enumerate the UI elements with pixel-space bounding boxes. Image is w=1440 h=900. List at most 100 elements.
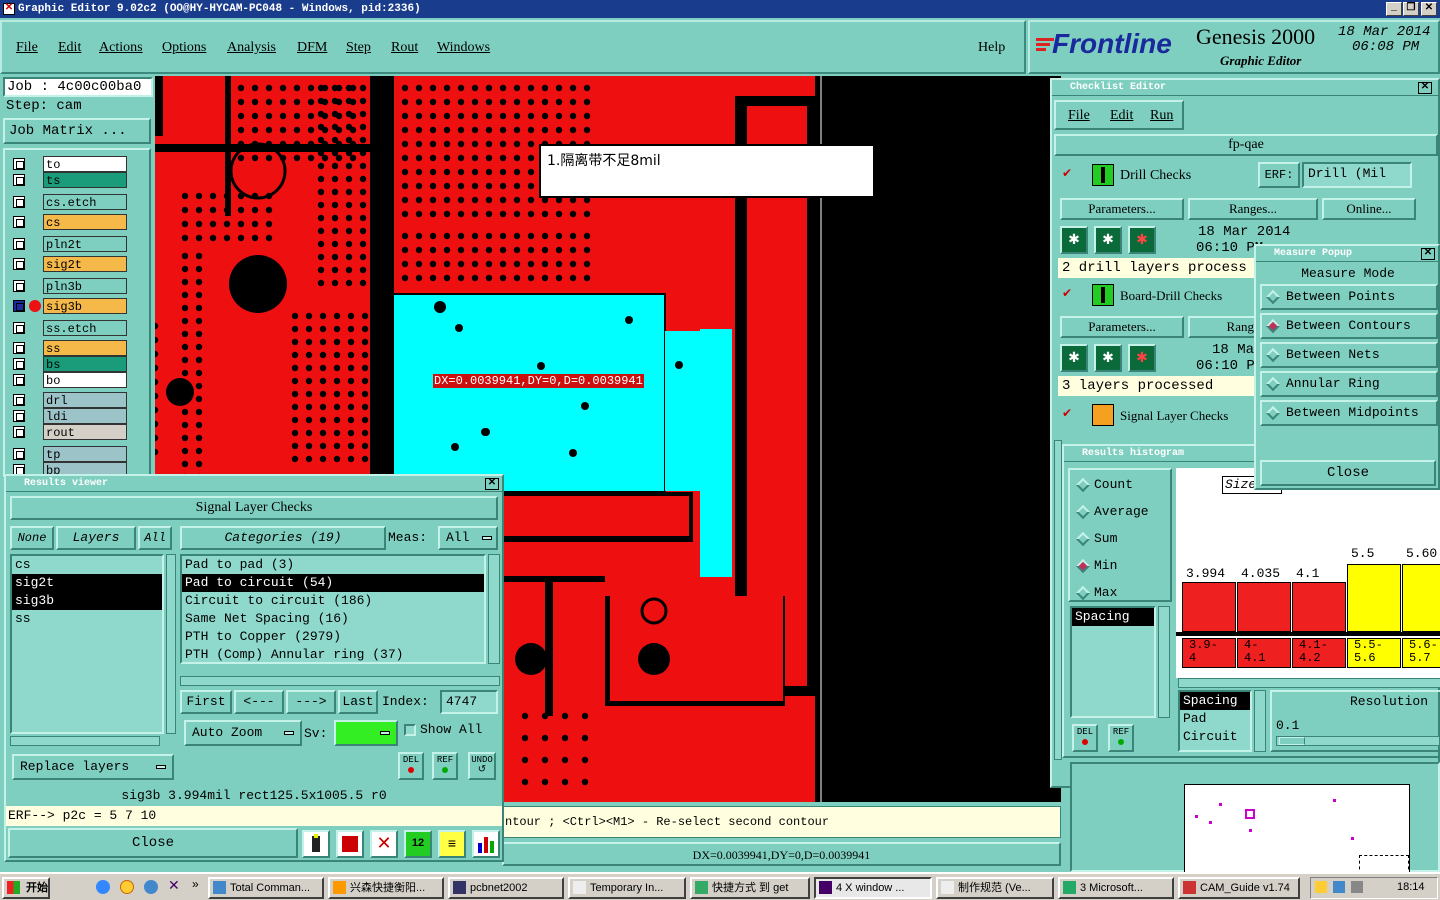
layer-list-hscroll[interactable] (10, 736, 160, 746)
stat-option-average[interactable]: Average (1072, 501, 1168, 525)
category-hscroll[interactable] (180, 676, 500, 686)
minimize-icon[interactable]: _ (1386, 2, 1402, 16)
taskbar-item[interactable]: 3 Microsoft... (1058, 877, 1174, 899)
drill-check-checkbox[interactable]: ✔ (1062, 167, 1074, 180)
layer-row-pln3b[interactable]: pln3b (13, 278, 129, 294)
menu-dfm[interactable]: DFM (297, 40, 327, 56)
layer-row-tp[interactable]: tp (13, 446, 129, 462)
lower-list-item[interactable]: Circuit (1180, 728, 1250, 746)
layer-row-bs[interactable]: bs (13, 356, 129, 372)
menu-actions[interactable]: Actions (99, 40, 143, 56)
board-check-label[interactable]: Board-Drill Checks (1120, 288, 1222, 304)
spacing-item[interactable]: Spacing (1072, 608, 1154, 626)
none-button[interactable]: None (10, 526, 54, 550)
del-button[interactable]: DEL (398, 752, 424, 780)
last-button[interactable]: Last (338, 690, 378, 714)
layer-checkbox[interactable] (13, 358, 25, 370)
drill-erf-field[interactable]: Drill (Mil (1302, 162, 1412, 188)
layer-checkbox[interactable] (13, 374, 25, 386)
stop-icon[interactable]: ✱ (1128, 226, 1156, 254)
layer-row-ss-etch[interactable]: ss.etch (13, 320, 129, 336)
layer-checkbox[interactable] (13, 448, 25, 460)
taskbar-item[interactable]: pcbnet2002 (448, 877, 564, 899)
taskbar-item[interactable]: Total Comman... (208, 877, 324, 899)
layer-name[interactable]: pln2t (43, 236, 127, 252)
result-layer-item[interactable]: sig2t (12, 574, 162, 592)
overview-map[interactable] (1184, 784, 1410, 875)
category-item[interactable]: Pad to circuit (54) (182, 574, 484, 592)
layer-name[interactable]: bs (43, 356, 127, 372)
category-item[interactable]: PTH (Comp) Annular ring (37) (182, 646, 484, 664)
histogram-hscroll[interactable] (1178, 678, 1440, 688)
histogram-bar[interactable] (1182, 582, 1236, 632)
drill-erf-button[interactable]: ERF: (1258, 162, 1300, 188)
layer-row-drl[interactable]: drl (13, 392, 129, 408)
histogram-bar[interactable] (1237, 582, 1291, 632)
stat-option-min[interactable]: Min (1072, 555, 1168, 579)
menu-file[interactable]: File (16, 40, 38, 56)
network-icon[interactable] (1333, 881, 1345, 893)
menu-windows[interactable]: Windows (437, 40, 490, 56)
layer-checkbox[interactable] (13, 342, 25, 354)
results-viewer-close-icon[interactable]: ✕ (485, 478, 499, 490)
result-layer-item[interactable]: ss (12, 610, 162, 628)
stat-option-sum[interactable]: Sum (1072, 528, 1168, 552)
histogram-ref-button[interactable]: REF (1108, 724, 1134, 752)
layer-name[interactable]: ldi (43, 408, 127, 424)
layer-checkbox[interactable] (13, 300, 25, 312)
menu-analysis[interactable]: Analysis (227, 40, 276, 56)
taskbar-item[interactable]: CAM_Guide v1.74 (1178, 877, 1300, 899)
layer-row-ts[interactable]: ts (13, 172, 129, 188)
category-item[interactable]: PTH to Copper (2979) (182, 628, 484, 646)
histogram-bar[interactable] (1402, 564, 1440, 632)
layer-checkbox[interactable] (13, 174, 25, 186)
lower-list-item[interactable]: Pad (1180, 710, 1250, 728)
all-layers-button[interactable]: All (138, 526, 172, 550)
meas-select[interactable]: All (438, 526, 498, 550)
histogram-del-button[interactable]: DEL (1072, 724, 1098, 752)
board-ranges-button[interactable]: Rang (1188, 316, 1258, 338)
drill-check-label[interactable]: Drill Checks (1120, 168, 1191, 184)
replace-layers-select[interactable]: Replace layers (12, 754, 174, 780)
layer-checkbox[interactable] (13, 426, 25, 438)
prev-button[interactable]: <--- (234, 690, 284, 714)
layer-name[interactable]: rout (43, 424, 127, 440)
layer-row-to[interactable]: to (13, 156, 129, 172)
layers-button[interactable]: Layers (56, 526, 136, 550)
start-button[interactable]: 开始 (2, 877, 50, 899)
layer-name[interactable]: ss.etch (43, 320, 127, 336)
stat-option-count[interactable]: Count (1072, 474, 1168, 498)
taskbar-item[interactable]: 制作规范 (Ve... (936, 877, 1054, 899)
layer-row-ldi[interactable]: ldi (13, 408, 129, 424)
drill-ranges-button[interactable]: Ranges... (1188, 198, 1318, 220)
ie-icon[interactable] (96, 880, 110, 894)
layer-checkbox[interactable] (13, 280, 25, 292)
volume-icon[interactable] (1351, 881, 1363, 893)
more-icon[interactable]: » (192, 877, 199, 891)
menu-edit[interactable]: Edit (58, 40, 81, 56)
menu-options[interactable]: Options (162, 40, 206, 56)
category-item[interactable]: Same Net Spacing (16) (182, 610, 484, 628)
ref-button[interactable]: REF (432, 752, 458, 780)
first-button[interactable]: First (180, 690, 232, 714)
drill-params-button[interactable]: Parameters... (1060, 198, 1184, 220)
histogram-bar[interactable] (1292, 582, 1346, 632)
measure-option-between-points[interactable]: Between Points (1260, 284, 1438, 310)
histogram-spacing-scrollbar[interactable] (1158, 606, 1170, 718)
stat-option-max[interactable]: Max (1072, 582, 1168, 606)
board-run-icon[interactable]: ✱ (1060, 344, 1088, 372)
checklist-menu-edit[interactable]: Edit (1110, 108, 1133, 124)
layer-checkbox[interactable] (13, 322, 25, 334)
resolution-slider[interactable] (1276, 736, 1440, 746)
layer-row-ss[interactable]: ss (13, 340, 129, 356)
board-run-all-icon[interactable]: ✱ (1094, 344, 1122, 372)
layer-toggle-icon[interactable] (302, 830, 330, 858)
layer-row-pln2t[interactable]: pln2t (13, 236, 129, 252)
layer-checkbox[interactable] (13, 410, 25, 422)
taskbar-item[interactable]: Temporary In... (568, 877, 686, 899)
layer-name[interactable]: pln3b (43, 278, 127, 294)
taskbar-item[interactable]: 快捷方式 到 get (690, 877, 810, 899)
histogram-lower-scrollbar[interactable] (1254, 690, 1266, 752)
layer-list-scrollbar[interactable] (166, 554, 176, 734)
histogram-icon[interactable] (472, 830, 500, 858)
